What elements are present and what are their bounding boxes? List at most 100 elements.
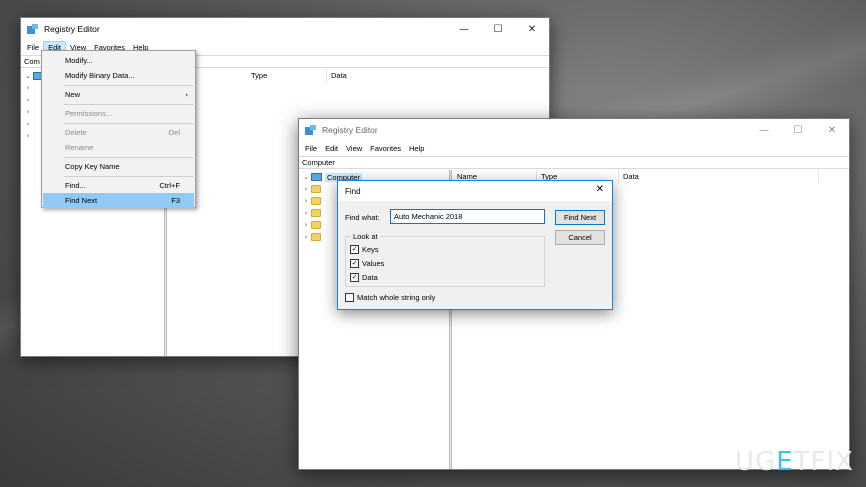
menu-separator xyxy=(64,104,193,105)
match-whole-string-row[interactable]: Match whole string only xyxy=(345,293,435,302)
tree-node[interactable]: › xyxy=(23,131,33,141)
chevron-right-icon[interactable]: › xyxy=(301,233,311,241)
tree-node[interactable]: › xyxy=(301,184,324,194)
chevron-down-icon[interactable]: ⌄ xyxy=(301,173,311,181)
data-checkbox-row[interactable]: ✓ Data xyxy=(350,273,378,282)
window-title: Registry Editor xyxy=(44,24,100,34)
close-icon[interactable]: ✕ xyxy=(596,184,604,195)
menu-item-rename[interactable]: Rename xyxy=(43,140,194,155)
chevron-right-icon[interactable]: › xyxy=(301,209,311,217)
menu-item-find[interactable]: Find... Ctrl+F xyxy=(43,178,194,193)
keys-label: Keys xyxy=(362,245,379,254)
dialog-title: Find xyxy=(345,186,361,196)
close-button[interactable]: ✕ xyxy=(515,18,549,40)
folder-icon xyxy=(311,221,321,229)
maximize-button[interactable]: ☐ xyxy=(781,119,815,141)
keys-checkbox[interactable]: ✓ xyxy=(350,245,359,254)
chevron-right-icon[interactable]: › xyxy=(23,120,33,128)
menu-file[interactable]: File xyxy=(301,142,321,155)
menu-separator xyxy=(64,85,193,86)
find-dialog: Find ✕ Find what: Find Next Cancel Look … xyxy=(337,180,613,310)
tree-node[interactable]: › xyxy=(23,107,33,117)
menu-help[interactable]: Help xyxy=(405,142,428,155)
chevron-right-icon[interactable]: › xyxy=(23,108,33,116)
folder-icon xyxy=(311,233,321,241)
chevron-down-icon[interactable]: ⌄ xyxy=(23,72,33,80)
menu-item-label: Find Next xyxy=(65,196,98,205)
find-what-input[interactable] xyxy=(390,209,545,224)
menu-item-permissions[interactable]: Permissions... xyxy=(43,106,194,121)
menu-item-label: Modify... xyxy=(65,56,93,65)
look-at-group: Look at ✓ Keys ✓ Values ✓ Data xyxy=(345,232,545,287)
maximize-button[interactable]: ☐ xyxy=(481,18,515,40)
menu-item-label: Rename xyxy=(65,143,94,152)
menu-item-label: Permissions... xyxy=(65,109,113,118)
menu-item-label: Delete xyxy=(65,128,87,137)
menu-edit[interactable]: Edit xyxy=(321,142,342,155)
tree-node[interactable]: › xyxy=(23,83,33,93)
keys-checkbox-row[interactable]: ✓ Keys xyxy=(350,245,379,254)
minimize-button[interactable]: — xyxy=(747,119,781,141)
chevron-right-icon[interactable]: › xyxy=(23,132,33,140)
submenu-arrow-icon: › xyxy=(185,90,188,99)
menu-item-shortcut: Del xyxy=(168,128,180,137)
look-at-label: Look at xyxy=(351,232,380,241)
title-bar: Registry Editor — ☐ ✕ xyxy=(299,119,849,141)
menu-item-delete[interactable]: Delete Del xyxy=(43,125,194,140)
menu-item-find-next[interactable]: Find Next F3 xyxy=(43,193,194,208)
menu-item-label: Find... xyxy=(65,181,86,190)
menu-item-modify-binary[interactable]: Modify Binary Data... xyxy=(43,68,194,83)
menu-separator xyxy=(64,176,193,177)
dialog-title-bar: Find ✕ xyxy=(338,181,612,201)
tree-node[interactable]: › xyxy=(23,119,33,129)
column-header-data[interactable]: Data xyxy=(327,69,547,83)
cancel-button[interactable]: Cancel xyxy=(555,230,605,245)
menu-separator xyxy=(64,157,193,158)
values-checkbox-row[interactable]: ✓ Values xyxy=(350,259,384,268)
minimize-button[interactable]: — xyxy=(447,18,481,40)
address-bar[interactable]: Computer xyxy=(299,156,849,169)
chevron-right-icon[interactable]: › xyxy=(301,197,311,205)
menu-item-modify[interactable]: Modify... xyxy=(43,53,194,68)
match-whole-string-checkbox[interactable] xyxy=(345,293,354,302)
column-header-data[interactable]: Data xyxy=(619,170,819,184)
edit-menu-dropdown: Modify... Modify Binary Data... New › Per… xyxy=(41,50,196,208)
find-what-label: Find what: xyxy=(345,213,380,222)
computer-icon xyxy=(311,173,322,181)
window-title: Registry Editor xyxy=(322,125,378,135)
watermark-left: UG xyxy=(735,447,777,477)
column-header-type[interactable]: Type xyxy=(247,69,327,83)
menu-item-label: Copy Key Name xyxy=(65,162,120,171)
registry-editor-icon xyxy=(27,24,38,34)
chevron-right-icon[interactable]: › xyxy=(301,185,311,193)
menu-item-label: New xyxy=(65,90,81,99)
data-label: Data xyxy=(362,273,378,282)
folder-icon xyxy=(311,197,321,205)
close-button[interactable]: ✕ xyxy=(815,119,849,141)
data-checkbox[interactable]: ✓ xyxy=(350,273,359,282)
menu-favorites[interactable]: Favorites xyxy=(366,142,405,155)
menu-view[interactable]: View xyxy=(342,142,366,155)
menu-separator xyxy=(64,123,193,124)
find-next-button[interactable]: Find Next xyxy=(555,210,605,225)
registry-editor-icon xyxy=(305,125,316,135)
ugetfix-watermark: UGETFIX xyxy=(735,447,854,477)
menu-item-shortcut: Ctrl+F xyxy=(159,181,180,190)
menu-item-new[interactable]: New › xyxy=(43,87,194,102)
menu-item-copy-key-name[interactable]: Copy Key Name xyxy=(43,159,194,174)
menu-item-label: Modify Binary Data... xyxy=(65,71,135,80)
values-label: Values xyxy=(362,259,385,268)
tree-node[interactable]: › xyxy=(23,95,33,105)
tree-node[interactable]: › xyxy=(301,196,324,206)
folder-icon xyxy=(311,185,321,193)
chevron-right-icon[interactable]: › xyxy=(23,84,33,92)
chevron-right-icon[interactable]: › xyxy=(301,221,311,229)
tree-node[interactable]: › xyxy=(301,220,324,230)
tree-node[interactable]: › xyxy=(301,208,324,218)
values-checkbox[interactable]: ✓ xyxy=(350,259,359,268)
chevron-right-icon[interactable]: › xyxy=(23,96,33,104)
menu-item-shortcut: F3 xyxy=(171,196,180,205)
match-whole-string-label: Match whole string only xyxy=(357,293,436,302)
watermark-right: TFIX xyxy=(793,447,854,477)
tree-node[interactable]: › xyxy=(301,232,324,242)
